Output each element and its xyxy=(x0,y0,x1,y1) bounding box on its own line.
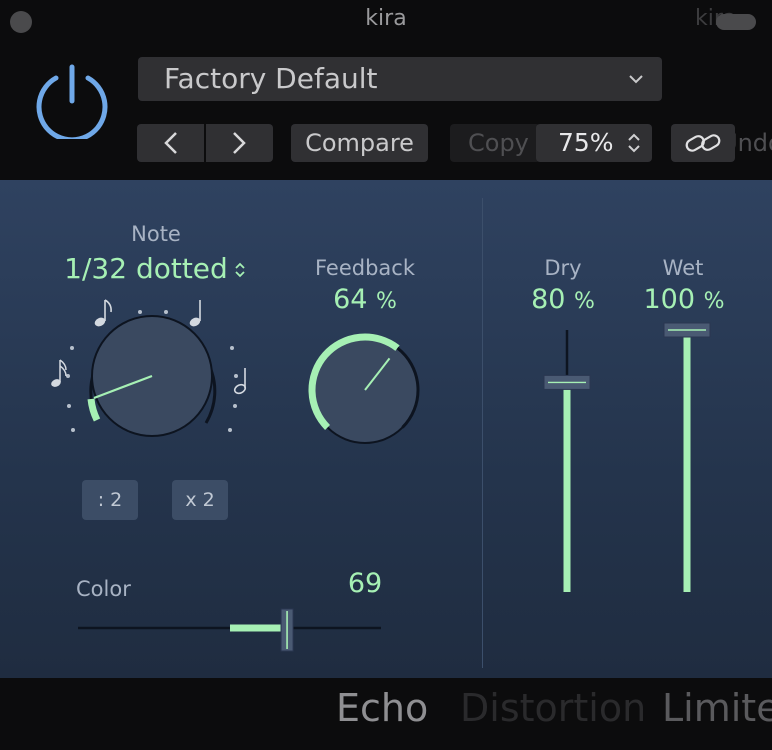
window-resize-pill[interactable] xyxy=(716,14,756,30)
eighth-note-icon xyxy=(94,299,112,327)
dry-unit: % xyxy=(574,289,595,314)
preset-name: Factory Default xyxy=(164,62,378,95)
plugin-window: kira kira Factory Default Compare Cop xyxy=(0,0,772,750)
zoom-value: 75% xyxy=(558,128,614,157)
next-preset-button[interactable] xyxy=(206,124,273,162)
preset-nav xyxy=(137,124,273,162)
window-title: kira xyxy=(365,6,407,31)
color-slider[interactable] xyxy=(76,605,386,655)
tab-distortion[interactable]: Distortion xyxy=(460,686,646,730)
color-value: 69 xyxy=(347,568,383,599)
dry-value: 80 % xyxy=(518,284,608,315)
chevron-left-icon xyxy=(164,132,177,154)
note-label: Note xyxy=(131,222,181,246)
stepper-icon xyxy=(235,262,245,278)
color-slider-graphic xyxy=(78,608,381,652)
parameter-panel: Note 1/32 dotted: 2 x 2 Feedback 64 % C… xyxy=(0,180,772,678)
section-divider xyxy=(482,198,483,668)
dry-fader-graphic xyxy=(543,330,591,592)
feedback-value: 64 % xyxy=(300,284,430,315)
half-note-icon xyxy=(233,368,247,395)
quarter-note-icon xyxy=(189,300,201,327)
wet-fader[interactable] xyxy=(662,320,712,595)
zoom-dropdown[interactable]: 75% xyxy=(536,124,652,162)
feedback-label: Feedback xyxy=(314,256,415,280)
sixteenth-note-icon xyxy=(51,359,67,387)
compare-button[interactable]: Compare xyxy=(291,124,428,162)
note-value-selector[interactable]: 1/32 dotted xyxy=(40,252,270,285)
feedback-number: 64 xyxy=(333,284,368,315)
tab-limiter[interactable]: Limiter xyxy=(662,686,772,730)
divide-by-two-button[interactable]: : 2 xyxy=(82,480,138,520)
feedback-unit: % xyxy=(376,289,397,314)
tab-echo[interactable]: Echo xyxy=(336,686,428,730)
dry-number: 80 xyxy=(531,284,566,315)
stepper-icon xyxy=(628,133,640,153)
link-icon xyxy=(685,134,721,152)
feedback-knob[interactable] xyxy=(300,325,430,455)
wet-label: Wet xyxy=(662,256,704,280)
wet-value: 100 % xyxy=(636,284,732,315)
previous-preset-button[interactable] xyxy=(137,124,204,162)
wet-unit: % xyxy=(703,289,725,314)
chevron-right-icon xyxy=(233,132,246,154)
note-knob-graphic xyxy=(51,299,247,437)
title-bar: kira kira xyxy=(0,0,772,40)
feedback-knob-graphic xyxy=(308,333,420,444)
wet-number: 100 xyxy=(643,284,696,315)
color-label: Color xyxy=(76,577,131,601)
effect-tabs: Echo Distortion Limiter xyxy=(0,678,772,750)
dry-label: Dry xyxy=(544,256,582,280)
preset-dropdown[interactable]: Factory Default xyxy=(138,57,662,101)
power-icon xyxy=(36,64,108,143)
wet-fader-graphic xyxy=(663,322,711,592)
power-button[interactable] xyxy=(34,63,110,143)
chevron-down-icon xyxy=(629,75,643,84)
link-button[interactable] xyxy=(671,124,735,162)
dry-fader[interactable] xyxy=(542,320,592,595)
multiply-by-two-button[interactable]: x 2 xyxy=(172,480,228,520)
note-value: 1/32 dotted xyxy=(64,252,228,285)
copy-button[interactable]: Copy xyxy=(450,124,540,162)
note-knob[interactable] xyxy=(40,290,270,480)
